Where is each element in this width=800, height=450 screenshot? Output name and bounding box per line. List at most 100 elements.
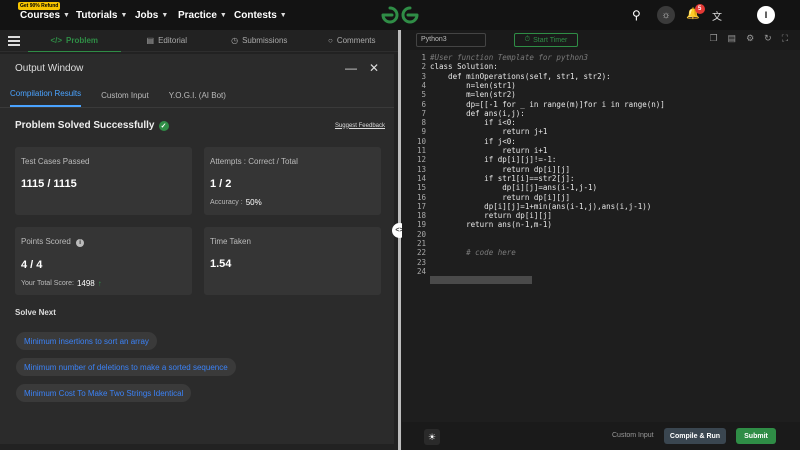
check-circle-icon: ✓ [158,120,169,131]
code-line: # code here [430,248,516,258]
language-select[interactable]: Python3 [416,33,486,47]
reset-icon[interactable]: ↻ [764,33,772,44]
theme-toggle-icon[interactable]: ☼ [657,6,675,24]
refund-badge: Get 90% Refund [18,1,61,10]
start-timer-label: Start Timer [533,36,568,44]
nav-jobs[interactable]: Jobs ▼ [135,10,168,21]
output-controls: — ✕ [345,61,379,75]
translate-icon[interactable]: 文 [712,8,722,23]
hamburger-menu-icon[interactable] [0,35,28,46]
chevron-down-icon: ▼ [161,11,169,19]
tab-submissions-label: Submissions [242,36,288,45]
custom-input-link[interactable]: Custom Input [612,432,654,439]
minimize-icon[interactable]: — [345,61,357,75]
line-number: 11 [416,146,426,155]
editor-tool-icons: ❐ ▤ ⚙ ↻ ⛶ [709,33,788,44]
output-subtabs: Compilation Results Custom Input Y.O.G.I… [0,82,394,108]
arrow-up-icon: ↑ [97,279,102,288]
line-number: 12 [416,155,426,165]
line-number: 2 [421,62,426,72]
subtab-custom-input[interactable]: Custom Input [101,91,149,107]
line-number: 16 [416,192,426,202]
code-line: return dp[i][j] [430,164,570,174]
status-text: Problem Solved Successfully [15,120,155,131]
suggestion-item[interactable]: Minimum number of deletions to make a so… [16,358,236,376]
code-line: return ans(n-1,m-1) [430,220,552,230]
tab-problem-label: Problem [66,35,99,45]
suggest-feedback-link[interactable]: Suggest Feedback [335,123,385,129]
code-line: m=len(str2) [430,90,516,100]
info-icon[interactable]: i [76,239,85,247]
code-line: return dp[i][j] [430,192,570,202]
gfg-logo[interactable] [380,4,420,26]
code-line: if dp[i][j]!=-1: [430,155,557,165]
code-line: dp=[[-1 for _ in range(m)]for i in range… [430,99,665,109]
output-title: Output Window [15,62,84,74]
accuracy-label: Accuracy : [210,199,243,206]
code-line: def ans(i,j): [430,108,525,118]
tab-comments[interactable]: ○ Comments [306,30,399,52]
line-number: 7 [421,108,426,118]
test-cases-card: Test Cases Passed 1115 / 1115 [15,147,192,215]
search-icon[interactable]: ⚲ [632,8,641,22]
nav-courses[interactable]: Get 90% Refund Courses ▼ [18,1,70,21]
avatar[interactable]: I [757,6,775,24]
close-icon[interactable]: ✕ [369,61,379,75]
tab-editorial-label: Editorial [158,36,187,45]
subtab-compilation-results[interactable]: Compilation Results [10,89,82,107]
nav-contests[interactable]: Contests ▼ [234,10,287,21]
attempts-label: Attempts : Correct / Total [210,157,298,166]
subtab-ai-bot[interactable]: Y.O.G.I. (AI Bot) [169,91,226,107]
document-icon: ▤ [146,36,155,45]
notification-count-badge: 5 [694,4,705,14]
points-card: Points Scored i 4 / 4 Your Total Score: … [15,227,192,295]
time-label: Time Taken [210,237,251,246]
suggestion-item[interactable]: Minimum insertions to sort an array [16,332,157,350]
nav-practice[interactable]: Practice ▼ [178,10,227,21]
code-line: dp[i][j]=1+min(ans(i-1,j),ans(i,j-1)) [430,201,652,211]
settings-icon[interactable]: ⚙ [746,33,754,44]
tab-problem[interactable]: </> Problem [28,30,121,52]
points-value: 4 / 4 [21,259,43,271]
lightbulb-icon[interactable]: ☀ [424,429,440,445]
line-number: 18 [416,211,426,221]
line-number: 13 [416,164,426,174]
line-number: 15 [416,183,426,193]
points-label: Points Scored [21,237,71,246]
code-line: if i<0: [430,118,516,128]
line-number: 21 [416,239,426,248]
tab-editorial[interactable]: ▤ Editorial [121,30,214,52]
line-number: 8 [421,118,426,128]
line-number: 1 [421,53,426,62]
line-number: 10 [416,136,426,146]
test-cases-label: Test Cases Passed [21,157,90,166]
nav-tutorials[interactable]: Tutorials ▼ [76,10,127,21]
points-label-row: Points Scored i [21,237,186,247]
line-number: 4 [421,80,426,90]
comment-icon: ○ [327,36,333,45]
chevron-down-icon: ▼ [279,11,287,19]
line-number: 6 [421,99,426,109]
line-number: 5 [421,90,426,100]
output-header: Output Window — ✕ [0,54,394,82]
code-editor[interactable]: #User function Template for python3 class… [430,50,800,422]
copy-icon[interactable]: ❐ [709,33,717,44]
line-number: 9 [421,127,426,137]
total-score-row: Your Total Score: 1498 ↑ [21,279,186,288]
line-number: 19 [416,220,426,230]
code-line: if str1[i]==str2[j]: [430,173,575,183]
doc-icon[interactable]: ▤ [728,33,737,44]
editor-bottom-bar: ☀ Custom Input Compile & Run Submit [402,422,800,450]
nav-tutorials-label: Tutorials [76,9,118,21]
start-timer-button[interactable]: ⏱ Start Timer [514,33,578,47]
line-number: 23 [416,257,426,267]
code-line: def minOperations(self, str1, str2): [430,71,611,81]
suggestion-item[interactable]: Minimum Cost To Make Two Strings Identic… [16,384,192,402]
compile-run-button[interactable]: Compile & Run [664,428,726,444]
submit-button[interactable]: Submit [736,428,776,444]
panel-splitter[interactable] [398,30,401,450]
code-line: #User function Template for python3 [430,53,589,62]
tab-submissions[interactable]: ◷ Submissions [213,30,306,52]
fullscreen-icon[interactable]: ⛶ [782,33,788,44]
bell-icon[interactable]: 🔔 5 [686,4,705,20]
